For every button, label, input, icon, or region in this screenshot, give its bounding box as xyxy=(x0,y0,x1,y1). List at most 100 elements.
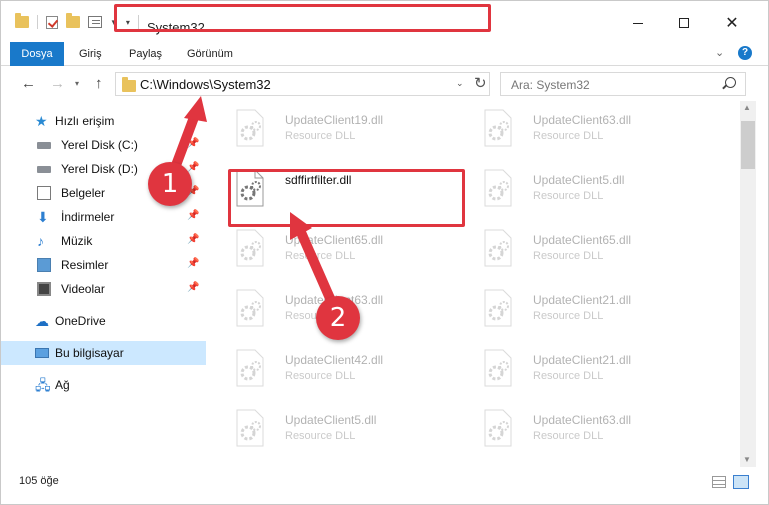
step-badge-2: 2 xyxy=(316,296,360,340)
pictures-icon xyxy=(37,258,51,272)
sidebar-item-pictures[interactable]: Resimler 📌 xyxy=(1,253,206,277)
sidebar-item-network[interactable]: 🖧 Ağ xyxy=(1,373,206,397)
tab-view[interactable]: Görünüm xyxy=(187,42,233,66)
navigation-bar: ← → ▾ ↑ C:\Windows\System32 ⌄ ↻ Ara: Sys… xyxy=(1,67,768,101)
file-item[interactable]: UpdateClient63.dll Resource DLL xyxy=(469,403,709,453)
explorer-window: ▼ ▾ System32 ✕ Dosya Giriş Paylaş Görünü… xyxy=(0,0,769,505)
dll-file-icon xyxy=(484,289,512,327)
dll-file-icon xyxy=(236,289,264,327)
sidebar-item-this-pc[interactable]: Bu bilgisayar xyxy=(1,341,206,365)
file-name: UpdateClient63.dll xyxy=(533,113,632,127)
file-name: UpdateClient21.dll xyxy=(533,293,632,307)
toolbar-divider xyxy=(37,15,38,29)
tiles-view-icon[interactable] xyxy=(733,475,749,489)
sidebar-item-videos[interactable]: Videolar 📌 xyxy=(1,277,206,301)
file-item[interactable]: UpdateClient21.dll Resource DLL xyxy=(469,343,709,393)
ribbon-tabs: Dosya Giriş Paylaş Görünüm ⌄ ? xyxy=(1,42,768,66)
forward-arrow-icon[interactable]: → xyxy=(50,75,65,92)
maximize-button[interactable] xyxy=(661,9,707,37)
pin-icon[interactable]: 📌 xyxy=(187,282,199,293)
details-view-icon[interactable] xyxy=(712,476,726,488)
sidebar-item-label: Müzik xyxy=(61,234,93,248)
scroll-up-icon[interactable]: ▲ xyxy=(743,103,751,112)
file-item[interactable]: UpdateClient65.dll Resource DLL xyxy=(221,223,461,273)
dll-file-icon xyxy=(484,409,512,447)
refresh-icon[interactable]: ↻ xyxy=(474,74,487,92)
back-arrow-icon[interactable]: ← xyxy=(21,75,36,92)
search-input[interactable]: Ara: System32 xyxy=(500,72,746,96)
status-bar: 105 öğe xyxy=(1,471,768,493)
tab-home[interactable]: Giriş xyxy=(79,42,102,66)
view-options-icon[interactable] xyxy=(88,16,102,28)
scroll-down-icon[interactable]: ▼ xyxy=(743,455,751,464)
sidebar-item-label: OneDrive xyxy=(55,314,106,328)
file-name: UpdateClient65.dll xyxy=(285,233,384,247)
pin-icon[interactable]: 📌 xyxy=(187,258,199,269)
file-item[interactable]: UpdateClient5.dll Resource DLL xyxy=(221,403,461,453)
scrollbar-thumb[interactable] xyxy=(741,121,755,169)
drive-icon xyxy=(37,142,51,149)
sidebar-item-local-disk-c[interactable]: Yerel Disk (C:) 📌 xyxy=(1,133,206,157)
file-type: Resource DLL xyxy=(533,130,604,142)
dll-file-icon xyxy=(236,109,264,147)
file-name: UpdateClient42.dll xyxy=(285,353,384,367)
dll-file-icon xyxy=(484,169,512,207)
dll-file-icon xyxy=(484,229,512,267)
item-count: 105 öğe xyxy=(19,475,59,487)
help-icon[interactable]: ? xyxy=(738,46,752,60)
sidebar-item-label: Videolar xyxy=(61,282,105,296)
vertical-scrollbar[interactable]: ▲ ▼ xyxy=(740,101,756,467)
tab-share[interactable]: Paylaş xyxy=(129,42,162,66)
network-icon: 🖧 xyxy=(35,377,51,393)
file-item[interactable]: UpdateClient42.dll Resource DLL xyxy=(221,343,461,393)
new-folder-icon[interactable] xyxy=(66,13,80,28)
address-path[interactable]: C:\Windows\System32 xyxy=(140,77,271,92)
pin-icon[interactable]: 📌 xyxy=(187,162,199,173)
file-name: UpdateClient21.dll xyxy=(533,353,632,367)
up-arrow-icon[interactable]: ↑ xyxy=(95,75,103,92)
search-icon[interactable] xyxy=(725,77,736,88)
sidebar-item-label: Yerel Disk (D:) xyxy=(61,162,138,176)
file-list: UpdateClient19.dll Resource DLL sdffirtf… xyxy=(211,101,739,465)
expand-ribbon-icon[interactable]: ⌄ xyxy=(715,46,724,59)
dll-file-icon xyxy=(236,409,264,447)
folder-icon xyxy=(15,13,29,28)
dll-file-icon xyxy=(484,109,512,147)
file-type: Resource DLL xyxy=(285,370,356,382)
file-type: Resource DLL xyxy=(285,250,356,262)
sidebar-item-label: Ağ xyxy=(55,378,70,392)
sidebar-item-music[interactable]: ♪ Müzik 📌 xyxy=(1,229,206,253)
sidebar-item-quick-access[interactable]: ★ Hızlı erişim xyxy=(1,109,206,133)
minimize-button[interactable] xyxy=(615,9,661,37)
file-type: Resource DLL xyxy=(533,310,604,322)
file-name: UpdateClient5.dll xyxy=(533,173,625,187)
drive-icon xyxy=(37,166,51,173)
file-item[interactable]: UpdateClient65.dll Resource DLL xyxy=(469,223,709,273)
file-item[interactable]: UpdateClient63.dll Resource DLL xyxy=(469,103,709,153)
close-button[interactable]: ✕ xyxy=(709,9,755,37)
file-item[interactable]: UpdateClient19.dll Resource DLL xyxy=(221,103,461,153)
file-name: UpdateClient65.dll xyxy=(533,233,632,247)
sidebar-item-label: Resimler xyxy=(61,258,109,272)
sidebar-item-label: Yerel Disk (C:) xyxy=(61,138,138,152)
file-name: UpdateClient19.dll xyxy=(285,113,384,127)
file-type: Resource DLL xyxy=(533,430,604,442)
file-item[interactable]: UpdateClient21.dll Resource DLL xyxy=(469,283,709,333)
file-type: Resource DLL xyxy=(533,370,604,382)
star-icon: ★ xyxy=(35,113,48,129)
address-bar[interactable]: C:\Windows\System32 ⌄ ↻ xyxy=(115,72,490,96)
close-icon: ✕ xyxy=(725,15,739,32)
chevron-down-icon[interactable]: ⌄ xyxy=(456,78,464,89)
recent-locations-icon[interactable]: ▾ xyxy=(75,79,79,88)
file-type: Resource DLL xyxy=(285,430,356,442)
file-name: UpdateClient63.dll xyxy=(533,413,632,427)
pin-icon[interactable]: 📌 xyxy=(187,138,199,149)
sidebar-item-downloads[interactable]: ⬇ İndirmeler 📌 xyxy=(1,205,206,229)
tab-file[interactable]: Dosya xyxy=(10,42,64,66)
file-item[interactable]: UpdateClient5.dll Resource DLL xyxy=(469,163,709,213)
properties-check-icon[interactable] xyxy=(46,15,58,29)
sidebar-item-onedrive[interactable]: ☁ OneDrive xyxy=(1,309,206,333)
pin-icon[interactable]: 📌 xyxy=(187,234,199,245)
sidebar-item-label: Hızlı erişim xyxy=(55,114,115,128)
pin-icon[interactable]: 📌 xyxy=(187,210,199,221)
